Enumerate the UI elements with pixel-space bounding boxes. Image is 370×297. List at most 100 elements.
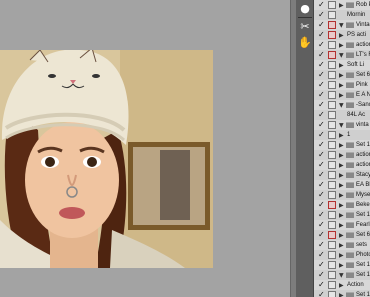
collapsed-triangle-icon[interactable]: ▶ [339, 211, 345, 220]
checkmark-icon[interactable]: ✓ [318, 221, 326, 229]
canvas-workspace[interactable] [0, 0, 290, 297]
dialog-toggle-icon[interactable] [328, 41, 336, 49]
checkmark-icon[interactable]: ✓ [318, 181, 326, 189]
checkmark-icon[interactable]: ✓ [318, 281, 326, 289]
collapsed-triangle-icon[interactable]: ▶ [339, 131, 345, 140]
checkmark-icon[interactable]: ✓ [318, 231, 326, 239]
checkmark-icon[interactable]: ✓ [318, 271, 326, 279]
collapsed-triangle-icon[interactable]: ▶ [339, 151, 345, 160]
checkmark-icon[interactable]: ✓ [318, 11, 326, 19]
checkmark-icon[interactable]: ✓ [318, 111, 326, 119]
dialog-toggle-icon[interactable] [328, 21, 336, 29]
checkmark-icon[interactable]: ✓ [318, 251, 326, 259]
folder-icon [346, 242, 354, 248]
checkmark-icon[interactable]: ✓ [318, 41, 326, 49]
dialog-toggle-icon[interactable] [328, 151, 336, 159]
scissors-icon[interactable]: ✂ [298, 20, 312, 34]
collapsed-triangle-icon[interactable]: ▶ [339, 1, 345, 10]
collapsed-triangle-icon[interactable]: ▶ [339, 31, 345, 40]
checkmark-icon[interactable]: ✓ [318, 291, 326, 297]
checkmark-icon[interactable]: ✓ [318, 61, 326, 69]
checkmark-icon[interactable]: ✓ [318, 211, 326, 219]
dialog-toggle-icon[interactable] [328, 1, 336, 9]
dialog-toggle-icon[interactable] [328, 91, 336, 99]
dialog-toggle-icon[interactable] [328, 171, 336, 179]
collapsed-triangle-icon[interactable]: ▶ [339, 41, 345, 50]
dialog-toggle-icon[interactable] [328, 61, 336, 69]
checkmark-icon[interactable]: ✓ [318, 91, 326, 99]
dialog-toggle-icon[interactable] [328, 31, 336, 39]
expanded-triangle-icon[interactable]: ▼ [339, 101, 345, 110]
dialog-toggle-icon[interactable] [328, 81, 336, 89]
photo-canvas[interactable] [0, 50, 213, 268]
action-label: vinta [356, 122, 369, 128]
dialog-toggle-icon[interactable] [328, 101, 336, 109]
action-row[interactable]: ✓ ▶ Set 1 [314, 290, 370, 297]
collapsed-triangle-icon[interactable]: ▶ [339, 141, 345, 150]
dialog-toggle-icon[interactable] [328, 191, 336, 199]
dialog-toggle-icon[interactable] [328, 141, 336, 149]
checkmark-icon[interactable]: ✓ [318, 71, 326, 79]
checkmark-icon[interactable]: ✓ [318, 101, 326, 109]
collapsed-triangle-icon[interactable]: ▶ [339, 241, 345, 250]
checkmark-icon[interactable]: ✓ [318, 131, 326, 139]
pawprint-icon[interactable]: ✋ [298, 36, 312, 50]
checkmark-icon[interactable]: ✓ [318, 151, 326, 159]
collapsed-triangle-icon[interactable]: ▶ [339, 281, 345, 290]
dialog-toggle-icon[interactable] [328, 261, 336, 269]
dialog-toggle-icon[interactable] [328, 211, 336, 219]
dialog-toggle-icon[interactable] [328, 131, 336, 139]
collapsed-triangle-icon[interactable]: ▶ [339, 221, 345, 230]
collapsed-triangle-icon[interactable]: ▶ [339, 181, 345, 190]
checkmark-icon[interactable]: ✓ [318, 81, 326, 89]
collapsed-triangle-icon[interactable]: ▶ [339, 191, 345, 200]
expanded-triangle-icon[interactable]: ▼ [339, 51, 345, 60]
folder-icon [346, 162, 354, 168]
collapsed-triangle-icon[interactable]: ▶ [339, 291, 345, 297]
info-icon[interactable]: ● [298, 2, 312, 16]
checkmark-icon[interactable]: ✓ [318, 21, 326, 29]
collapsed-triangle-icon[interactable]: ▶ [339, 81, 345, 90]
dialog-toggle-icon[interactable] [328, 71, 336, 79]
checkmark-icon[interactable]: ✓ [318, 261, 326, 269]
dialog-toggle-icon[interactable] [328, 181, 336, 189]
checkmark-icon[interactable]: ✓ [318, 121, 326, 129]
collapsed-triangle-icon[interactable]: ▶ [339, 201, 345, 210]
dialog-toggle-icon[interactable] [328, 121, 336, 129]
dialog-toggle-icon[interactable] [328, 291, 336, 297]
collapsed-triangle-icon[interactable]: ▶ [339, 251, 345, 260]
folder-icon [346, 232, 354, 238]
dialog-toggle-icon[interactable] [328, 201, 336, 209]
checkmark-icon[interactable]: ✓ [318, 171, 326, 179]
collapsed-triangle-icon[interactable]: ▶ [339, 261, 345, 270]
collapsed-triangle-icon[interactable]: ▶ [339, 171, 345, 180]
collapsed-triangle-icon[interactable]: ▶ [339, 161, 345, 170]
collapsed-triangle-icon[interactable]: ▶ [339, 61, 345, 70]
dialog-toggle-icon[interactable] [328, 281, 336, 289]
dialog-toggle-icon[interactable] [328, 241, 336, 249]
folder-icon [346, 292, 354, 297]
checkmark-icon[interactable]: ✓ [318, 241, 326, 249]
dialog-toggle-icon[interactable] [328, 271, 336, 279]
dialog-toggle-icon[interactable] [328, 11, 336, 19]
action-label: Set 1 [356, 262, 370, 268]
checkmark-icon[interactable]: ✓ [318, 191, 326, 199]
checkmark-icon[interactable]: ✓ [318, 31, 326, 39]
expanded-triangle-icon[interactable]: ▼ [339, 121, 345, 130]
collapsed-triangle-icon[interactable]: ▶ [339, 91, 345, 100]
dialog-toggle-icon[interactable] [328, 251, 336, 259]
checkmark-icon[interactable]: ✓ [318, 161, 326, 169]
checkmark-icon[interactable]: ✓ [318, 201, 326, 209]
dialog-toggle-icon[interactable] [328, 51, 336, 59]
collapsed-triangle-icon[interactable]: ▶ [339, 71, 345, 80]
dialog-toggle-icon[interactable] [328, 231, 336, 239]
expanded-triangle-icon[interactable]: ▼ [339, 271, 345, 280]
checkmark-icon[interactable]: ✓ [318, 1, 326, 9]
dialog-toggle-icon[interactable] [328, 111, 336, 119]
dialog-toggle-icon[interactable] [328, 221, 336, 229]
dialog-toggle-icon[interactable] [328, 161, 336, 169]
checkmark-icon[interactable]: ✓ [318, 51, 326, 59]
checkmark-icon[interactable]: ✓ [318, 141, 326, 149]
collapsed-triangle-icon[interactable]: ▶ [339, 231, 345, 240]
expanded-triangle-icon[interactable]: ▼ [339, 21, 345, 30]
